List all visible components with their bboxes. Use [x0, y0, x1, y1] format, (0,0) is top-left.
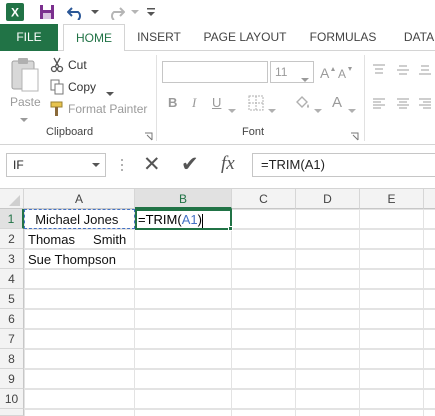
decrease-font-size-icon[interactable]: A: [338, 65, 354, 84]
borders-icon[interactable]: [248, 95, 264, 116]
font-group-label: Font: [242, 126, 265, 138]
middle-align-icon[interactable]: [396, 63, 410, 81]
formula-reference: A1: [181, 212, 198, 227]
row-header-5[interactable]: 5: [0, 289, 24, 309]
fill-color-dropdown-icon[interactable]: [314, 101, 322, 119]
row-header-11[interactable]: [0, 409, 24, 416]
column-header-d[interactable]: D: [296, 189, 360, 209]
name-box[interactable]: IF: [6, 153, 106, 177]
save-icon[interactable]: [38, 3, 56, 21]
svg-text:A: A: [338, 67, 346, 79]
formula-bar: IF ✕ ✔ fx =TRIM(A1): [0, 145, 435, 189]
active-cell-b1[interactable]: =TRIM(A1): [135, 209, 232, 230]
redo-icon[interactable]: [106, 3, 126, 21]
name-box-dropdown-icon[interactable]: [92, 154, 100, 176]
undo-icon[interactable]: [66, 3, 86, 21]
cut-button[interactable]: Cut: [48, 57, 148, 75]
row-header-8[interactable]: 8: [0, 349, 24, 369]
underline-button[interactable]: U: [212, 95, 221, 110]
paste-button[interactable]: Paste: [6, 55, 42, 122]
format-painter-button[interactable]: Format Painter: [48, 101, 154, 119]
svg-text:A: A: [320, 65, 330, 79]
font-color-button[interactable]: A: [332, 94, 342, 111]
font-launcher-icon[interactable]: [350, 128, 359, 146]
bottom-align-icon[interactable]: [418, 63, 432, 81]
cell-a3[interactable]: Sue Thompson: [26, 250, 134, 270]
formula-input[interactable]: =TRIM(A1): [252, 153, 435, 177]
quick-access-toolbar: X: [0, 0, 435, 24]
row-header-10[interactable]: 10: [0, 389, 24, 409]
redo-dropdown-icon[interactable]: [130, 3, 140, 21]
paste-icon: [10, 57, 40, 98]
font-size-dropdown-icon[interactable]: [301, 70, 309, 88]
copy-label: Copy: [68, 80, 97, 94]
format-painter-icon: [50, 101, 64, 122]
scissors-icon: [50, 57, 64, 78]
formula-buttons: ✕ ✔ fx: [137, 153, 249, 177]
row-header-2[interactable]: 2: [0, 229, 24, 249]
borders-dropdown-icon[interactable]: [268, 101, 276, 119]
clipboard-group-label: Clipboard: [46, 126, 94, 138]
column-header-f[interactable]: [424, 189, 435, 209]
undo-dropdown-icon[interactable]: [90, 3, 100, 21]
ribbon-tabs: FILE HOME INSERT PAGE LAYOUT FORMULAS DA…: [0, 24, 435, 52]
italic-button[interactable]: I: [192, 95, 196, 111]
group-divider: [364, 55, 365, 141]
select-all-corner[interactable]: [0, 189, 24, 209]
formula-prefix: =TRIM(: [138, 212, 182, 227]
tab-data[interactable]: DATA: [396, 24, 435, 51]
column-header-a[interactable]: A: [24, 189, 135, 209]
customize-toolbar-icon[interactable]: [145, 3, 157, 21]
align-right-icon[interactable]: [418, 97, 432, 115]
font-size-value: 11: [275, 65, 288, 79]
tab-page-layout[interactable]: PAGE LAYOUT: [196, 24, 294, 51]
copy-dropdown-icon[interactable]: [106, 84, 114, 102]
copy-button[interactable]: Copy: [48, 79, 158, 97]
cell-a1[interactable]: Michael Jones: [26, 210, 134, 230]
paste-dropdown-icon[interactable]: [20, 110, 28, 128]
cancel-entry-icon[interactable]: ✕: [143, 152, 161, 177]
copy-icon: [50, 79, 64, 100]
underline-dropdown-icon[interactable]: [228, 101, 236, 119]
column-header-c[interactable]: C: [232, 189, 296, 209]
group-divider: [156, 55, 157, 141]
font-name-combo[interactable]: [162, 61, 268, 83]
svg-text:X: X: [11, 6, 19, 20]
row-header-7[interactable]: 7: [0, 329, 24, 349]
top-align-icon[interactable]: [372, 63, 386, 81]
row-header-6[interactable]: 6: [0, 309, 24, 329]
tab-insert[interactable]: INSERT: [128, 24, 190, 51]
insert-function-icon[interactable]: fx: [221, 153, 235, 175]
font-color-dropdown-icon[interactable]: [348, 101, 356, 119]
enter-entry-icon[interactable]: ✔: [181, 152, 199, 177]
formula-bar-grip-icon: [120, 157, 124, 178]
font-size-combo[interactable]: 11: [270, 61, 314, 83]
align-center-icon[interactable]: [396, 97, 410, 115]
name-box-value: IF: [13, 158, 24, 172]
ribbon: Paste Cut Copy Format Painter Clipboard …: [0, 51, 435, 145]
tab-formulas[interactable]: FORMULAS: [300, 24, 386, 51]
worksheet-grid: A B C D E 1 2 3 4 5 6 7 8 9 10 Michael J…: [0, 189, 435, 416]
excel-logo-icon: X: [6, 3, 24, 21]
text-cursor: [201, 213, 203, 228]
paste-label: Paste: [10, 95, 41, 109]
fill-color-icon[interactable]: [294, 95, 312, 116]
align-left-icon[interactable]: [372, 97, 386, 115]
tab-file[interactable]: FILE: [0, 24, 58, 51]
row-header-1[interactable]: 1: [0, 209, 24, 229]
format-painter-label: Format Painter: [68, 102, 148, 116]
column-header-e[interactable]: E: [360, 189, 424, 209]
row-header-3[interactable]: 3: [0, 249, 24, 269]
fill-handle[interactable]: [228, 226, 233, 231]
row-header-4[interactable]: 4: [0, 269, 24, 289]
bold-button[interactable]: B: [168, 95, 177, 110]
cut-label: Cut: [68, 58, 87, 72]
increase-font-size-icon[interactable]: A: [320, 65, 336, 84]
active-cell-editor: =TRIM(A1): [138, 211, 203, 228]
cell-a2[interactable]: Thomas Smith: [26, 230, 134, 250]
clipboard-launcher-icon[interactable]: [144, 128, 153, 146]
column-header-b[interactable]: B: [135, 189, 232, 209]
row-header-9[interactable]: 9: [0, 369, 24, 389]
tab-home[interactable]: HOME: [63, 24, 125, 52]
